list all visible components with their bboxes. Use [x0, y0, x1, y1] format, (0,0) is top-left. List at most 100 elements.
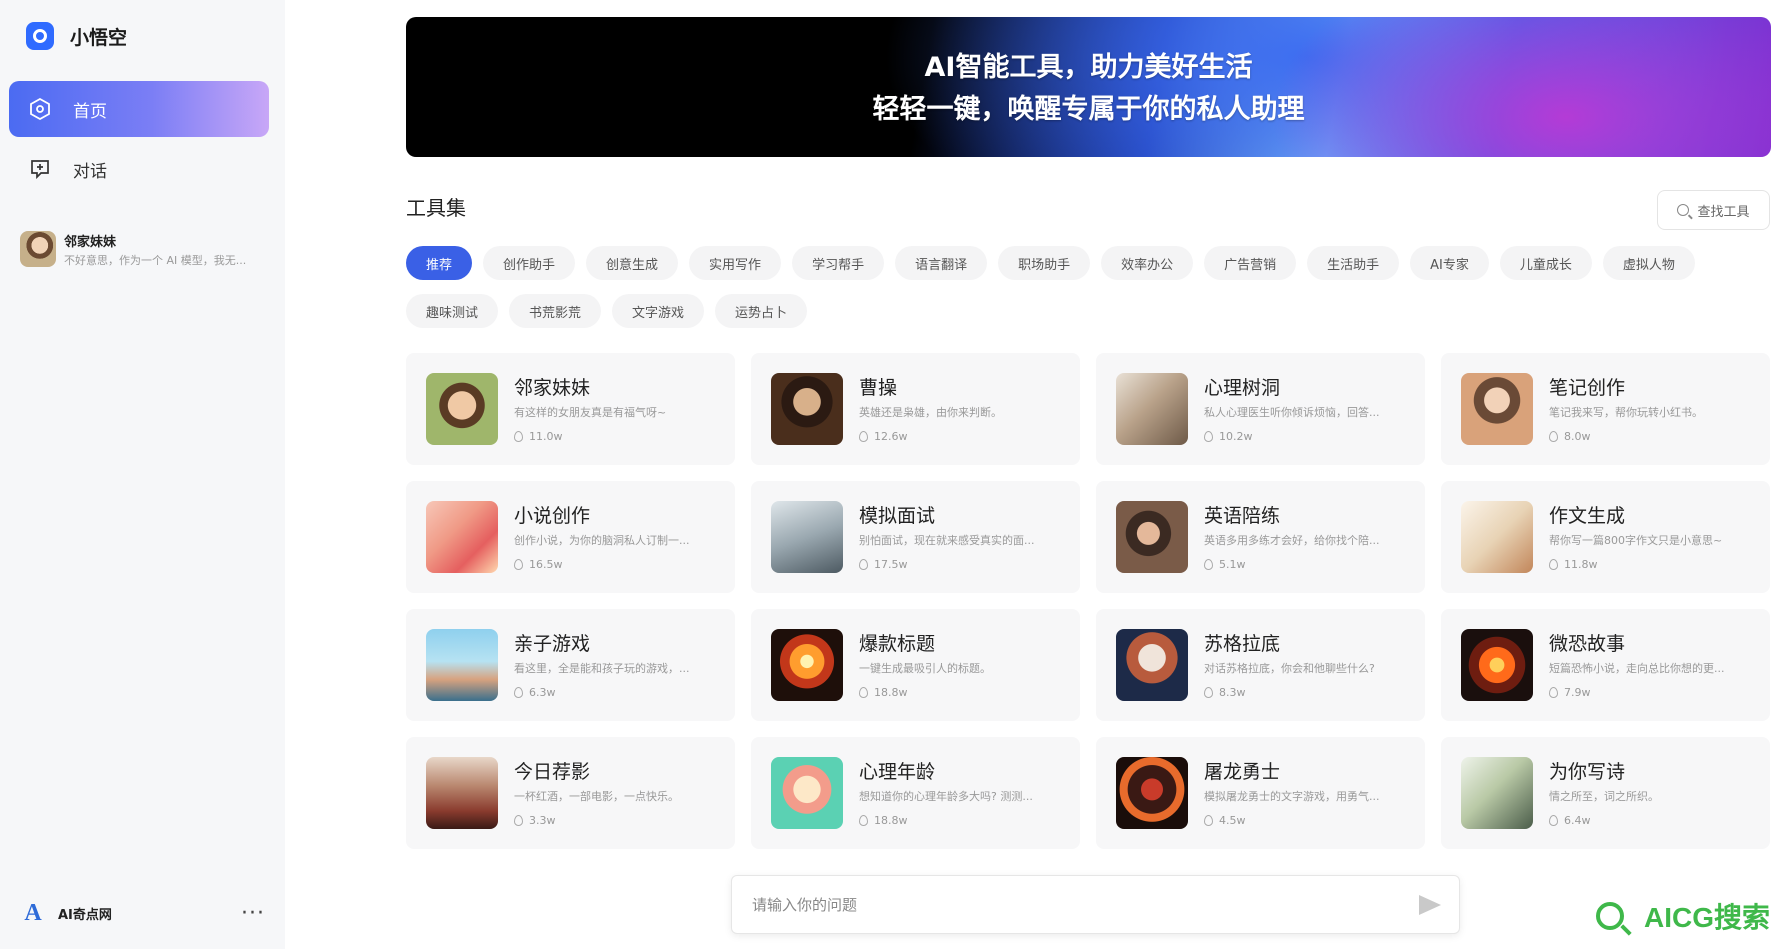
tool-card[interactable]: 英语陪练 英语多用多练才会好，给你找个陪... 5.1w — [1096, 481, 1425, 593]
category-chip[interactable]: 趣味测试 — [406, 294, 499, 328]
history-item[interactable]: 邻家妹妹 不好意思，作为一个 AI 模型，我无... — [20, 230, 270, 268]
user-logo-icon: A — [24, 899, 42, 926]
tool-thumbnail — [1461, 757, 1533, 829]
tool-card[interactable]: 亲子游戏 看这里，全是能和孩子玩的游戏，... 6.3w — [406, 609, 735, 721]
category-chip[interactable]: 推荐 — [406, 246, 473, 280]
tool-description: 笔记我来写，帮你玩转小红书。 — [1549, 405, 1703, 419]
tool-title: 爆款标题 — [859, 632, 936, 655]
tool-title: 笔记创作 — [1549, 376, 1626, 399]
search-tools-button[interactable]: 查找工具 — [1657, 190, 1770, 230]
tool-usage-count: 8.3w — [1219, 685, 1246, 699]
tool-usage-count: 5.1w — [1219, 557, 1246, 571]
category-chip[interactable]: 运势占卜 — [715, 294, 808, 328]
tool-thumbnail — [771, 757, 843, 829]
tool-title: 心理年龄 — [859, 760, 936, 783]
tool-title: 为你写诗 — [1549, 760, 1626, 783]
banner-line-2: 轻轻一键，唤醒专属于你的私人助理 — [872, 94, 1305, 125]
tool-title: 作文生成 — [1549, 504, 1626, 527]
tool-description: 情之所至，词之所织。 — [1549, 789, 1659, 803]
popularity-icon — [859, 430, 868, 442]
category-chip[interactable]: 创作助手 — [483, 246, 576, 280]
tool-thumbnail — [426, 757, 498, 829]
tool-card[interactable]: 模拟面试 别怕面试，现在就来感受真实的面... 17.5w — [751, 481, 1080, 593]
tool-usage-count: 4.5w — [1219, 813, 1246, 827]
popularity-icon — [514, 558, 523, 570]
tool-title: 邻家妹妹 — [514, 376, 591, 399]
tool-card[interactable]: 屠龙勇士 模拟屠龙勇士的文字游戏，用勇气... 4.5w — [1096, 737, 1425, 849]
nav-item-label: 首页 — [73, 101, 107, 122]
tool-thumbnail — [1116, 373, 1188, 445]
tool-card[interactable]: 小说创作 创作小说，为你的脑洞私人订制一... 16.5w — [406, 481, 735, 593]
tool-usage-count: 18.8w — [874, 685, 908, 699]
tool-title: 苏格拉底 — [1204, 632, 1281, 655]
tool-description: 一杯红酒，一部电影，一点快乐。 — [514, 789, 679, 803]
tool-description: 别怕面试，现在就来感受真实的面... — [859, 533, 1035, 547]
popularity-icon — [514, 814, 523, 826]
tool-card[interactable]: 爆款标题一键生成最吸引人的标题。 18.8w — [751, 609, 1080, 721]
brand[interactable]: 小悟空 — [26, 22, 127, 50]
user-row: A AI奇点网 ··· — [20, 900, 265, 926]
tool-description: 私人心理医生听你倾诉烦恼，回答... — [1204, 405, 1380, 419]
category-chip[interactable]: 职场助手 — [998, 246, 1091, 280]
nav-item-home[interactable]: 首页 — [9, 81, 269, 137]
tool-card[interactable]: 笔记创作笔记我来写，帮你玩转小红书。 8.0w — [1441, 353, 1770, 465]
tool-card[interactable]: 邻家妹妹 有这样的女朋友真是有福气呀~ 11.0w — [406, 353, 735, 465]
nav-item-chat[interactable]: 对话 — [9, 141, 269, 197]
tool-usage-count: 8.0w — [1564, 429, 1591, 443]
tool-description: 看这里，全是能和孩子玩的游戏，... — [514, 661, 690, 675]
tool-title: 英语陪练 — [1204, 504, 1281, 527]
tool-usage-count: 11.0w — [529, 429, 563, 443]
tool-thumbnail — [1116, 501, 1188, 573]
popularity-icon — [1204, 430, 1213, 442]
category-chip[interactable]: 学习帮手 — [792, 246, 885, 280]
category-chip[interactable]: 文字游戏 — [612, 294, 705, 328]
question-box — [731, 875, 1460, 934]
history-item-name: 邻家妹妹 — [64, 234, 117, 250]
tool-description: 英雄还是枭雄，由你来判断。 — [859, 405, 1002, 419]
category-tabs: 推荐 创作助手 创意生成 实用写作 学习帮手 语言翻译 职场助手 效率办公 广告营销 生活助手 AI… — [406, 246, 1776, 328]
watermark: AICG搜索 — [1596, 896, 1770, 936]
tool-usage-count: 3.3w — [529, 813, 556, 827]
tool-description: 一键生成最吸引人的标题。 — [859, 661, 991, 675]
banner-line-1: AI智能工具，助力美好生活 — [924, 52, 1253, 83]
tool-thumbnail — [771, 373, 843, 445]
tool-card[interactable]: 心理年龄 想知道你的心理年龄多大吗? 测测... 18.8w — [751, 737, 1080, 849]
more-icon[interactable]: ··· — [241, 901, 265, 926]
tool-card[interactable]: 心理树洞 私人心理医生听你倾诉烦恼，回答... 10.2w — [1096, 353, 1425, 465]
tool-card[interactable]: 曹操 英雄还是枭雄，由你来判断。 12.6w — [751, 353, 1080, 465]
tool-grid: 邻家妹妹 有这样的女朋友真是有福气呀~ 11.0w 曹操 英雄还是枭雄，由你来判断。 12… — [406, 353, 1771, 849]
magnifier-logo-icon — [1596, 902, 1624, 930]
popularity-icon — [1549, 686, 1558, 698]
category-chip[interactable]: 虚拟人物 — [1602, 246, 1695, 280]
popularity-icon — [514, 686, 523, 698]
send-icon[interactable] — [1419, 894, 1441, 915]
tool-card[interactable]: 苏格拉底 对话苏格拉底，你会和他聊些什么? 8.3w — [1096, 609, 1425, 721]
home-icon — [29, 98, 51, 120]
section-title: 工具集 — [406, 196, 466, 220]
tool-title: 曹操 — [859, 376, 898, 399]
tool-usage-count: 6.4w — [1564, 813, 1591, 827]
tool-card[interactable]: 今日荐影 一杯红酒，一部电影，一点快乐。 3.3w — [406, 737, 735, 849]
category-chip[interactable]: AI专家 — [1410, 246, 1489, 280]
category-chip[interactable]: 广告营销 — [1204, 246, 1297, 280]
category-chip[interactable]: 实用写作 — [689, 246, 782, 280]
tool-usage-count: 18.8w — [874, 813, 908, 827]
tool-card[interactable]: 作文生成 帮你写一篇800字作文只是小意思~ 11.8w — [1441, 481, 1770, 593]
popularity-icon — [1549, 558, 1558, 570]
category-chip[interactable]: 创意生成 — [586, 246, 679, 280]
tool-thumbnail — [1461, 373, 1533, 445]
question-input[interactable] — [752, 895, 1419, 914]
tool-card[interactable]: 微恐故事 短篇恐怖小说，走向总比你想的更... 7.9w — [1441, 609, 1770, 721]
chat-icon — [29, 158, 51, 180]
tool-usage-count: 7.9w — [1564, 685, 1591, 699]
category-chip[interactable]: 语言翻译 — [895, 246, 988, 280]
tool-usage-count: 16.5w — [529, 557, 563, 571]
tool-thumbnail — [771, 629, 843, 701]
category-chip[interactable]: 效率办公 — [1101, 246, 1194, 280]
tool-usage-count: 10.2w — [1219, 429, 1253, 443]
category-chip[interactable]: 生活助手 — [1307, 246, 1400, 280]
category-chip[interactable]: 儿童成长 — [1499, 246, 1592, 280]
category-chip[interactable]: 书荒影荒 — [509, 294, 602, 328]
tool-title: 屠龙勇士 — [1204, 760, 1281, 783]
tool-card[interactable]: 为你写诗情之所至，词之所织。 6.4w — [1441, 737, 1770, 849]
